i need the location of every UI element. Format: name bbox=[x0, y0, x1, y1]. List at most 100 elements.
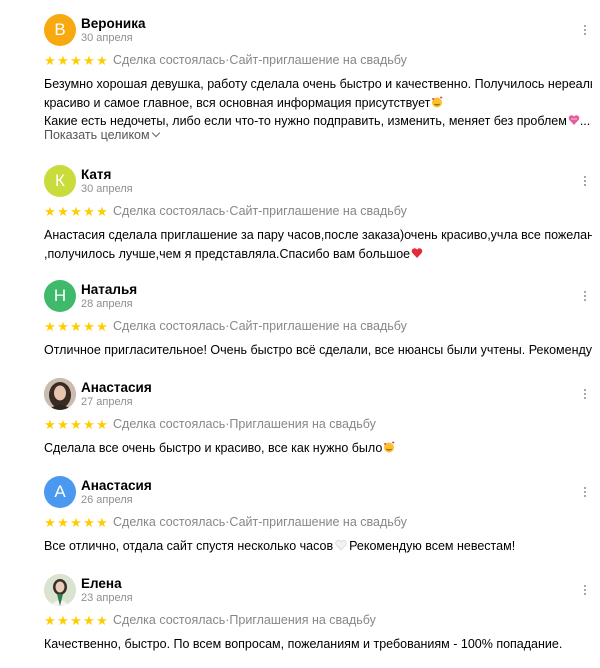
service-name[interactable]: Сайт-приглашение на свадьбу bbox=[229, 204, 406, 218]
rating-stars: ★ ★ ★ ★ ★ bbox=[44, 54, 108, 67]
deal-status: Сделка состоялась bbox=[113, 204, 226, 218]
rating-stars: ★ ★ ★ ★ ★ bbox=[44, 418, 108, 431]
star-icon: ★ bbox=[44, 612, 56, 628]
star-icon: ★ bbox=[83, 612, 95, 628]
review-date: 27 апреля bbox=[81, 396, 133, 408]
chevron-down-icon bbox=[151, 128, 160, 138]
deal-status: Сделка состоялась bbox=[113, 417, 226, 431]
more-options-icon[interactable] bbox=[577, 171, 593, 191]
rating-stars: ★ ★ ★ ★ ★ bbox=[44, 516, 108, 529]
more-options-icon[interactable] bbox=[577, 384, 593, 404]
star-icon: ★ bbox=[44, 318, 56, 334]
review-text: Качественно, быстро. По всем вопросам, п… bbox=[44, 635, 592, 654]
star-icon: ★ bbox=[44, 514, 56, 530]
avatar[interactable] bbox=[44, 378, 76, 410]
star-icon: ★ bbox=[96, 318, 108, 334]
review-date: 23 апреля bbox=[81, 592, 133, 604]
review-line-with-emoji: ,получилось лучше,чем я представляла.Спа… bbox=[44, 245, 592, 264]
reviewer-name[interactable]: Анастасия bbox=[81, 478, 152, 493]
star-icon: ★ bbox=[57, 612, 69, 628]
white-heart-icon bbox=[335, 540, 347, 551]
more-options-icon[interactable] bbox=[577, 482, 593, 502]
review-text: Отличное пригласительное! Очень быстро в… bbox=[44, 341, 592, 360]
star-icon: ★ bbox=[70, 612, 82, 628]
avatar[interactable]: В bbox=[44, 14, 76, 46]
star-icon: ★ bbox=[83, 318, 95, 334]
star-icon: ★ bbox=[70, 203, 82, 219]
avatar-initial: К bbox=[55, 171, 65, 190]
star-icon: ★ bbox=[57, 52, 69, 68]
star-icon: ★ bbox=[83, 203, 95, 219]
star-icon: ★ bbox=[70, 52, 82, 68]
avatar[interactable]: А bbox=[44, 476, 76, 508]
star-icon: ★ bbox=[83, 416, 95, 432]
avatar[interactable]: Н bbox=[44, 280, 76, 312]
review-text: Сделала все очень быстро и красиво, все … bbox=[44, 439, 592, 458]
star-icon: ★ bbox=[44, 416, 56, 432]
review-line: Качественно, быстро. По всем вопросам, п… bbox=[44, 637, 563, 651]
rating-stars: ★ ★ ★ ★ ★ bbox=[44, 205, 108, 218]
star-icon: ★ bbox=[70, 514, 82, 530]
more-options-icon[interactable] bbox=[577, 580, 593, 600]
star-icon: ★ bbox=[44, 203, 56, 219]
user-photo bbox=[44, 378, 76, 410]
avatar[interactable]: К bbox=[44, 165, 76, 197]
review-line-with-emoji: красиво и самое главное, вся основная ин… bbox=[44, 94, 592, 113]
avatar[interactable] bbox=[44, 574, 76, 606]
smiling-face-with-hearts-icon bbox=[384, 441, 395, 453]
avatar-initial: В bbox=[54, 20, 66, 39]
service-name[interactable]: Сайт-приглашение на свадьбу bbox=[229, 53, 406, 67]
star-icon: ★ bbox=[57, 203, 69, 219]
more-options-icon[interactable] bbox=[577, 20, 593, 40]
ellipsis: ... bbox=[579, 114, 591, 128]
heart-with-ribbon-icon bbox=[568, 115, 580, 125]
star-icon: ★ bbox=[70, 416, 82, 432]
smiling-face-with-hearts-icon bbox=[432, 96, 443, 107]
more-options-icon[interactable] bbox=[577, 286, 593, 306]
review-meta: ★ ★ ★ ★ ★ Сделка состоялась · Сайт-приглашен… bbox=[44, 514, 407, 530]
star-icon: ★ bbox=[83, 52, 95, 68]
service-name[interactable]: Приглашения на свадьбу bbox=[229, 417, 376, 431]
star-icon: ★ bbox=[57, 318, 69, 334]
review-text: Анастасия сделала приглашение за пару ча… bbox=[44, 226, 592, 263]
reviewer-name[interactable]: Катя bbox=[81, 167, 111, 182]
red-heart-icon bbox=[411, 247, 423, 258]
review-line: ,получилось лучше,чем я представляла.Спа… bbox=[44, 246, 411, 261]
deal-status: Сделка состоялась bbox=[113, 515, 226, 529]
avatar-initial: Н bbox=[53, 286, 67, 305]
star-icon: ★ bbox=[83, 514, 95, 530]
star-icon: ★ bbox=[96, 203, 108, 219]
reviewer-name[interactable]: Елена bbox=[81, 576, 122, 591]
star-icon: ★ bbox=[96, 52, 108, 68]
review-line-with-emoji: Сделала все очень быстро и красиво, все … bbox=[44, 439, 592, 458]
review-meta: ★ ★ ★ ★ ★ Сделка состоялась · Сайт-приглашен… bbox=[44, 203, 407, 219]
star-icon: ★ bbox=[57, 416, 69, 432]
service-name[interactable]: Сайт-приглашение на свадьбу bbox=[229, 515, 406, 529]
star-icon: ★ bbox=[96, 514, 108, 530]
review-line: Все отлично, отдала сайт спустя нескольк… bbox=[44, 539, 334, 553]
review-line: красиво и самое главное, вся основная ин… bbox=[44, 95, 431, 110]
service-name[interactable]: Приглашения на свадьбу bbox=[229, 613, 376, 627]
review-text: Все отлично, отдала сайт спустя нескольк… bbox=[44, 537, 592, 556]
show-more-button[interactable]: Показать целиком bbox=[44, 128, 160, 142]
rating-stars: ★ ★ ★ ★ ★ bbox=[44, 614, 108, 627]
star-icon: ★ bbox=[70, 318, 82, 334]
reviewer-name[interactable]: Наталья bbox=[81, 282, 137, 297]
star-icon: ★ bbox=[57, 514, 69, 530]
service-name[interactable]: Сайт-приглашение на свадьбу bbox=[229, 319, 406, 333]
review-date: 30 апреля bbox=[81, 183, 133, 195]
review-meta: ★ ★ ★ ★ ★ Сделка состоялась · Сайт-приглашен… bbox=[44, 52, 407, 68]
review-line: Анастасия сделала приглашение за пару ча… bbox=[44, 228, 592, 242]
review-line: Рекомендую всем невестам! bbox=[349, 539, 516, 553]
review-line-with-emoji: Все отлично, отдала сайт спустя нескольк… bbox=[44, 537, 592, 556]
review-line: Отличное пригласительное! Очень быстро в… bbox=[44, 343, 592, 357]
reviewer-name[interactable]: Вероника bbox=[81, 16, 145, 31]
review-meta: ★ ★ ★ ★ ★ Сделка состоялась · Приглашения на… bbox=[44, 416, 376, 432]
avatar-initial: А bbox=[54, 482, 66, 501]
star-icon: ★ bbox=[96, 612, 108, 628]
deal-status: Сделка состоялась bbox=[113, 613, 226, 627]
reviewer-name[interactable]: Анастасия bbox=[81, 380, 152, 395]
rating-stars: ★ ★ ★ ★ ★ bbox=[44, 320, 108, 333]
review-text: Безумно хорошая девушка, работу сделала … bbox=[44, 75, 592, 131]
review-line: Сделала все очень быстро и красиво, все … bbox=[44, 441, 383, 455]
